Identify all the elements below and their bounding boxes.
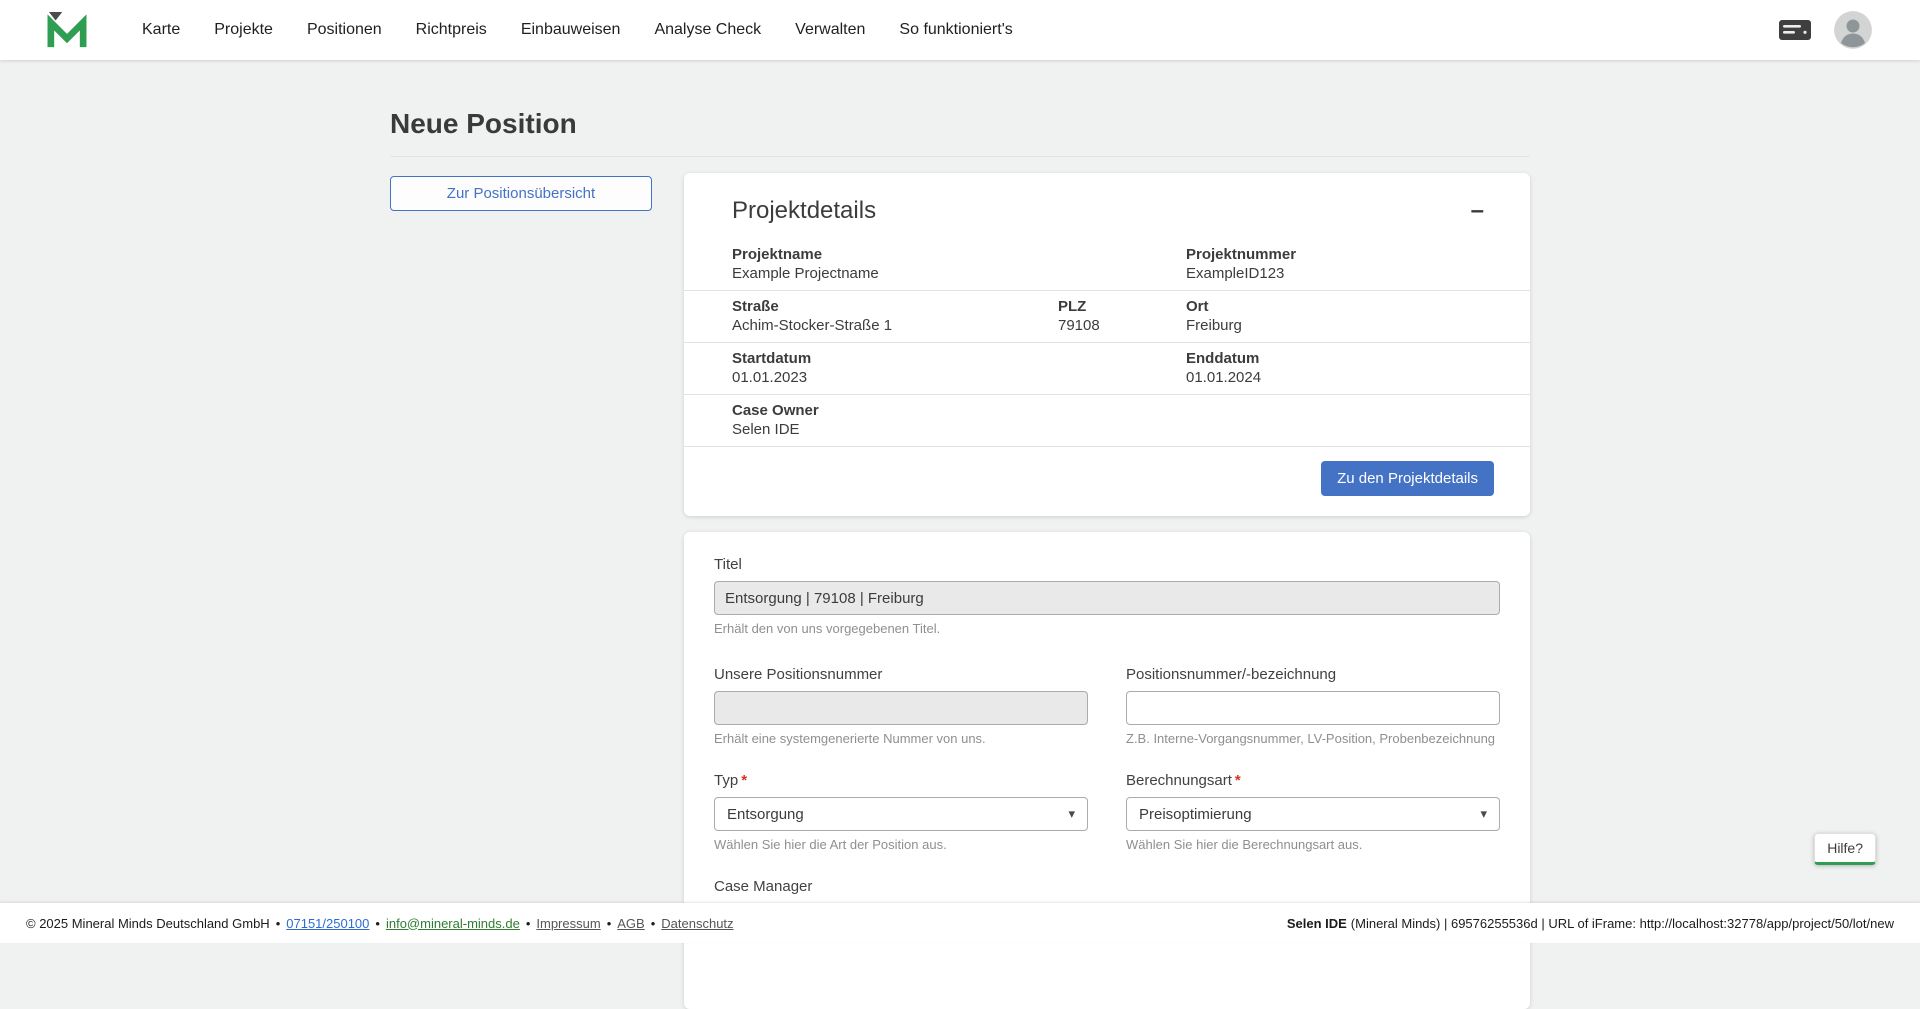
table-row: Case Owner Selen IDE (684, 395, 1530, 447)
berechnungsart-help: Wählen Sie hier die Berechnungsart aus. (1126, 837, 1500, 852)
positionsnummer-label: Positionsnummer/-bezeichnung (1126, 666, 1500, 683)
position-overview-button[interactable]: Zur Positionsübersicht (390, 176, 652, 211)
nav-item-richtpreis[interactable]: Richtpreis (416, 21, 487, 39)
nav-item-positionen[interactable]: Positionen (307, 21, 382, 39)
project-details-button[interactable]: Zu den Projektdetails (1321, 461, 1494, 496)
footer-agb-link[interactable]: AGB (617, 916, 644, 931)
field-projektname: Projektname Example Projectname (732, 246, 1186, 282)
field-positionsnummer: Positionsnummer/-bezeichnung Z.B. Intern… (1126, 666, 1500, 746)
nav-item-einbauweisen[interactable]: Einbauweisen (521, 21, 621, 39)
chevron-down-icon: ▾ (1480, 806, 1487, 822)
unsere-positionsnummer-label: Unsere Positionsnummer (714, 666, 1088, 683)
required-asterisk: * (1235, 772, 1241, 789)
nav-right-section (1778, 11, 1872, 49)
table-row: Startdatum 01.01.2023 Enddatum 01.01.202… (684, 343, 1530, 395)
field-enddatum: Enddatum 01.01.2024 (1186, 350, 1490, 386)
field-unsere-positionsnummer: Unsere Positionsnummer Erhält eine syste… (714, 666, 1088, 746)
field-strasse: Straße Achim-Stocker-Straße 1 (732, 298, 1058, 334)
logo-icon[interactable] (46, 11, 142, 49)
typ-label: Typ* (714, 772, 1088, 789)
user-avatar-icon[interactable] (1834, 11, 1872, 49)
unsere-positionsnummer-help: Erhält eine systemgenerierte Nummer von … (714, 731, 1088, 746)
titel-label: Titel (714, 556, 1500, 573)
footer-session-info: Selen IDE (Mineral Minds) | 69576255536d… (1287, 916, 1894, 931)
typ-select-value: Entsorgung (727, 806, 804, 823)
typ-select[interactable]: Entsorgung ▾ (714, 797, 1088, 831)
unsere-positionsnummer-input (714, 691, 1088, 725)
footer-session-details: (Mineral Minds) | 69576255536d | URL of … (1351, 916, 1894, 931)
nav-item-so-funktionierts[interactable]: So funktioniert's (899, 21, 1012, 39)
positionsnummer-input[interactable] (1126, 691, 1500, 725)
footer: © 2025 Mineral Minds Deutschland GmbH • … (0, 903, 1920, 943)
positionsnummer-help: Z.B. Interne-Vorgangsnummer, LV-Position… (1126, 731, 1500, 746)
titel-input (714, 581, 1500, 615)
field-berechnungsart: Berechnungsart* Preisoptimierung ▾ Wähle… (1126, 772, 1500, 852)
main-nav: Karte Projekte Positionen Richtpreis Ein… (142, 21, 1778, 39)
left-column: Zur Positionsübersicht (390, 173, 684, 211)
footer-user: Selen IDE (1287, 916, 1347, 931)
berechnungsart-select[interactable]: Preisoptimierung ▾ (1126, 797, 1500, 831)
field-startdatum: Startdatum 01.01.2023 (732, 350, 1186, 386)
page-title: Neue Position (390, 108, 1530, 140)
nav-item-projekte[interactable]: Projekte (214, 21, 273, 39)
field-case-owner: Case Owner Selen IDE (732, 402, 1186, 438)
field-typ: Typ* Entsorgung ▾ Wählen Sie hier die Ar… (714, 772, 1088, 852)
help-button[interactable]: Hilfe? (1814, 833, 1876, 865)
field-projektnummer: Projektnummer ExampleID123 (1186, 246, 1490, 282)
footer-email-link[interactable]: info@mineral-minds.de (386, 916, 520, 931)
field-titel: Titel Erhält den von uns vorgegebenen Ti… (714, 556, 1500, 636)
main-content: Neue Position Zur Positionsübersicht Pro… (390, 60, 1530, 1009)
project-detail-table: Projektname Example Projectname Projektn… (684, 239, 1530, 447)
table-row: Projektname Example Projectname Projektn… (684, 239, 1530, 291)
footer-copyright: © 2025 Mineral Minds Deutschland GmbH (26, 916, 270, 931)
field-plz: PLZ 79108 (1058, 298, 1186, 334)
nav-item-verwalten[interactable]: Verwalten (795, 21, 865, 39)
case-manager-label: Case Manager (714, 878, 1088, 895)
berechnungsart-label: Berechnungsart* (1126, 772, 1500, 789)
table-row: Straße Achim-Stocker-Straße 1 PLZ 79108 … (684, 291, 1530, 343)
nav-item-karte[interactable]: Karte (142, 21, 180, 39)
typ-help: Wählen Sie hier die Art der Position aus… (714, 837, 1088, 852)
footer-left: © 2025 Mineral Minds Deutschland GmbH • … (26, 916, 734, 931)
top-navbar: Karte Projekte Positionen Richtpreis Ein… (0, 0, 1920, 60)
right-column: Projektdetails – Projektname Example Pro… (684, 173, 1530, 1009)
project-card-title: Projektdetails (732, 197, 876, 225)
server-icon[interactable] (1778, 18, 1812, 42)
nav-item-analyse-check[interactable]: Analyse Check (654, 21, 761, 39)
berechnungsart-select-value: Preisoptimierung (1139, 806, 1252, 823)
required-asterisk: * (741, 772, 747, 789)
footer-impressum-link[interactable]: Impressum (536, 916, 600, 931)
chevron-down-icon: ▾ (1068, 806, 1075, 822)
project-details-card: Projektdetails – Projektname Example Pro… (684, 173, 1530, 516)
collapse-icon[interactable]: – (1471, 199, 1484, 223)
footer-datenschutz-link[interactable]: Datenschutz (661, 916, 733, 931)
field-ort: Ort Freiburg (1186, 298, 1490, 334)
footer-phone-link[interactable]: 07151/250100 (286, 916, 369, 931)
page-header: Neue Position (390, 108, 1530, 157)
titel-help: Erhält den von uns vorgegebenen Titel. (714, 621, 1500, 636)
